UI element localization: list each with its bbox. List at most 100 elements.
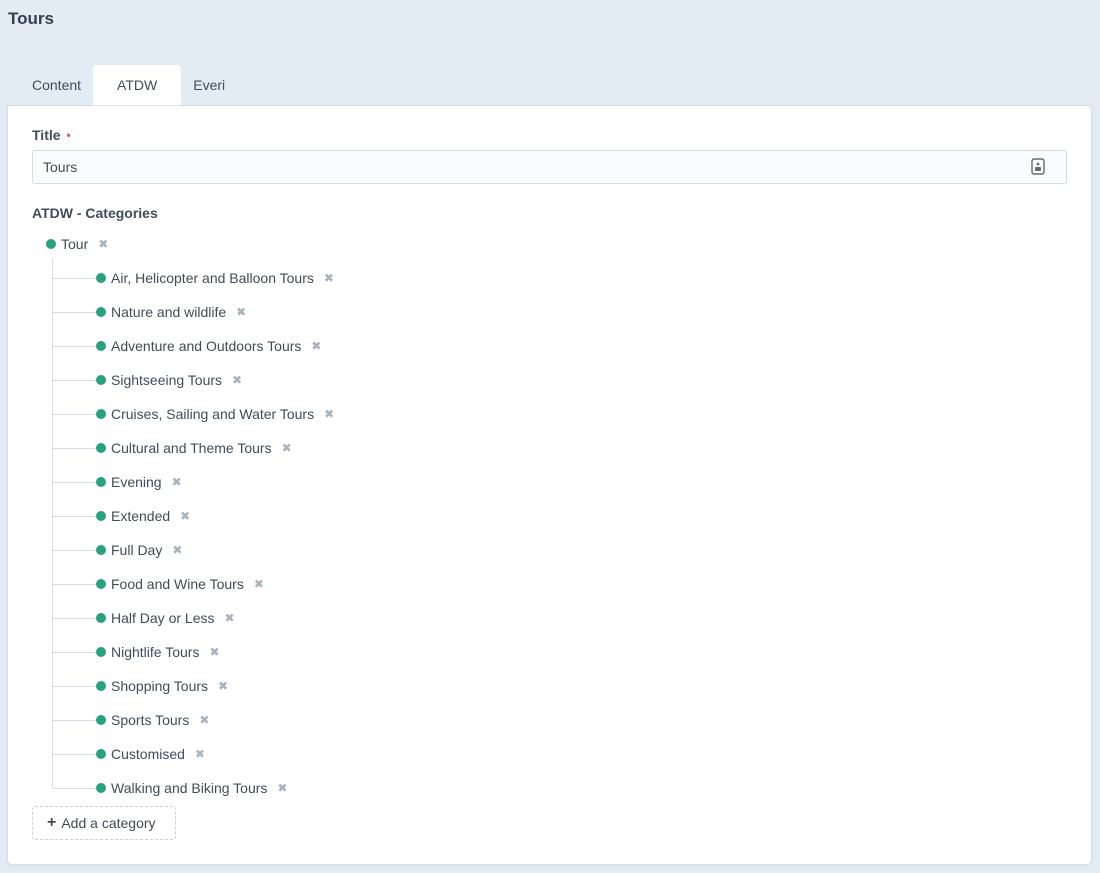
tree-node-child: Nightlife Tours ✖ bbox=[96, 642, 220, 662]
tree-branch-line bbox=[53, 754, 99, 755]
status-dot-icon bbox=[96, 613, 106, 623]
category-label: Air, Helicopter and Balloon Tours bbox=[111, 270, 314, 286]
page-title: Tours bbox=[8, 9, 54, 28]
tree-node-child: Air, Helicopter and Balloon Tours ✖ bbox=[96, 268, 334, 288]
category-label: Sports Tours bbox=[111, 712, 190, 728]
remove-icon[interactable]: ✖ bbox=[236, 306, 246, 318]
categories-label: ATDW - Categories bbox=[32, 205, 158, 221]
tree-node-child: Walking and Biking Tours ✖ bbox=[96, 778, 287, 798]
status-dot-icon bbox=[96, 375, 106, 385]
remove-icon[interactable]: ✖ bbox=[324, 272, 334, 284]
category-label: Sightseeing Tours bbox=[111, 372, 223, 388]
tree-node-child: Sightseeing Tours ✖ bbox=[96, 370, 242, 390]
tree-connector-line bbox=[52, 258, 53, 788]
tree-branch-line bbox=[53, 448, 99, 449]
status-dot-icon bbox=[96, 341, 106, 351]
tree-branch-line bbox=[53, 380, 99, 381]
remove-icon[interactable]: ✖ bbox=[224, 612, 234, 624]
category-label: Tour bbox=[61, 236, 89, 252]
plus-icon: + bbox=[47, 814, 57, 831]
status-dot-icon bbox=[46, 239, 56, 249]
category-label: Extended bbox=[111, 508, 171, 524]
tree-branch-line bbox=[53, 584, 99, 585]
remove-icon[interactable]: ✖ bbox=[324, 408, 334, 420]
tree-node-child: Customised ✖ bbox=[96, 744, 205, 764]
title-input[interactable] bbox=[32, 150, 1067, 184]
tree-branch-line bbox=[53, 720, 99, 721]
category-label: Half Day or Less bbox=[111, 610, 215, 626]
category-label: Nature and wildlife bbox=[111, 304, 227, 320]
title-field-label: Title • bbox=[32, 127, 71, 143]
remove-icon[interactable]: ✖ bbox=[282, 442, 292, 454]
status-dot-icon bbox=[96, 749, 106, 759]
remove-icon[interactable]: ✖ bbox=[199, 714, 209, 726]
status-dot-icon bbox=[96, 511, 106, 521]
category-label: Shopping Tours bbox=[111, 678, 209, 694]
remove-icon[interactable]: ✖ bbox=[209, 646, 219, 658]
status-dot-icon bbox=[96, 715, 106, 725]
tab-panel-atdw: Title• ATDW - Categories Tour✖Air, Helic… bbox=[8, 106, 1091, 864]
tree-node-child: Food and Wine Tours ✖ bbox=[96, 574, 264, 594]
tree-node-child: Cruises, Sailing and Water Tours ✖ bbox=[96, 404, 334, 424]
tree-branch-line bbox=[53, 618, 99, 619]
tab-everi[interactable]: Everi bbox=[181, 65, 237, 106]
remove-icon[interactable]: ✖ bbox=[195, 748, 205, 760]
category-label: Full Day bbox=[111, 542, 163, 558]
status-dot-icon bbox=[96, 681, 106, 691]
remove-icon[interactable]: ✖ bbox=[172, 544, 182, 556]
add-category-label: Add a category bbox=[61, 815, 156, 831]
status-dot-icon bbox=[96, 647, 106, 657]
remove-icon[interactable]: ✖ bbox=[218, 680, 228, 692]
remove-icon[interactable]: ✖ bbox=[311, 340, 321, 352]
tree-branch-line bbox=[53, 788, 99, 789]
tree-node-child: Evening ✖ bbox=[96, 472, 182, 492]
status-dot-icon bbox=[96, 409, 106, 419]
tree-node-child: Cultural and Theme Tours ✖ bbox=[96, 438, 292, 458]
tree-node-child: Sports Tours ✖ bbox=[96, 710, 209, 730]
tree-branch-line bbox=[53, 346, 99, 347]
category-label: Walking and Biking Tours bbox=[111, 780, 268, 796]
category-label: Adventure and Outdoors Tours bbox=[111, 338, 302, 354]
field-info-icon[interactable] bbox=[1031, 158, 1045, 175]
tree-branch-line bbox=[53, 414, 99, 415]
title-label-text: Title bbox=[32, 127, 61, 143]
category-label: Customised bbox=[111, 746, 185, 762]
tree-branch-line bbox=[53, 312, 99, 313]
tree-node-child: Shopping Tours ✖ bbox=[96, 676, 228, 696]
tree-branch-line bbox=[53, 550, 99, 551]
category-label: Evening bbox=[111, 474, 162, 490]
remove-icon[interactable]: ✖ bbox=[180, 510, 190, 522]
add-category-button[interactable]: + Add a category bbox=[32, 806, 176, 840]
tree-branch-line bbox=[53, 278, 99, 279]
remove-icon[interactable]: ✖ bbox=[172, 476, 182, 488]
tree-branch-line bbox=[53, 686, 99, 687]
tree-branch-line bbox=[53, 482, 99, 483]
status-dot-icon bbox=[96, 477, 106, 487]
category-label: Nightlife Tours bbox=[111, 644, 200, 660]
remove-icon[interactable]: ✖ bbox=[232, 374, 242, 386]
remove-icon[interactable]: ✖ bbox=[98, 238, 108, 250]
tree-branch-line bbox=[53, 652, 99, 653]
status-dot-icon bbox=[96, 579, 106, 589]
category-label: Cruises, Sailing and Water Tours bbox=[111, 406, 315, 422]
remove-icon[interactable]: ✖ bbox=[254, 578, 264, 590]
status-dot-icon bbox=[96, 545, 106, 555]
remove-icon[interactable]: ✖ bbox=[277, 782, 287, 794]
category-label: Cultural and Theme Tours bbox=[111, 440, 272, 456]
tree-node-child: Full Day ✖ bbox=[96, 540, 182, 560]
tree-node-root: Tour ✖ bbox=[46, 234, 108, 254]
tree-branch-line bbox=[53, 516, 99, 517]
status-dot-icon bbox=[96, 307, 106, 317]
tree-node-child: Half Day or Less ✖ bbox=[96, 608, 235, 628]
tab-atdw[interactable]: ATDW bbox=[93, 65, 182, 106]
category-label: Food and Wine Tours bbox=[111, 576, 244, 592]
status-dot-icon bbox=[96, 273, 106, 283]
required-indicator: • bbox=[66, 128, 71, 142]
tree-node-child: Nature and wildlife ✖ bbox=[96, 302, 246, 322]
status-dot-icon bbox=[96, 783, 106, 793]
status-dot-icon bbox=[96, 443, 106, 453]
tree-node-child: Adventure and Outdoors Tours ✖ bbox=[96, 336, 321, 356]
tab-bar: Content ATDW Everi bbox=[20, 65, 237, 106]
tab-content[interactable]: Content bbox=[20, 65, 93, 106]
tree-node-child: Extended ✖ bbox=[96, 506, 190, 526]
